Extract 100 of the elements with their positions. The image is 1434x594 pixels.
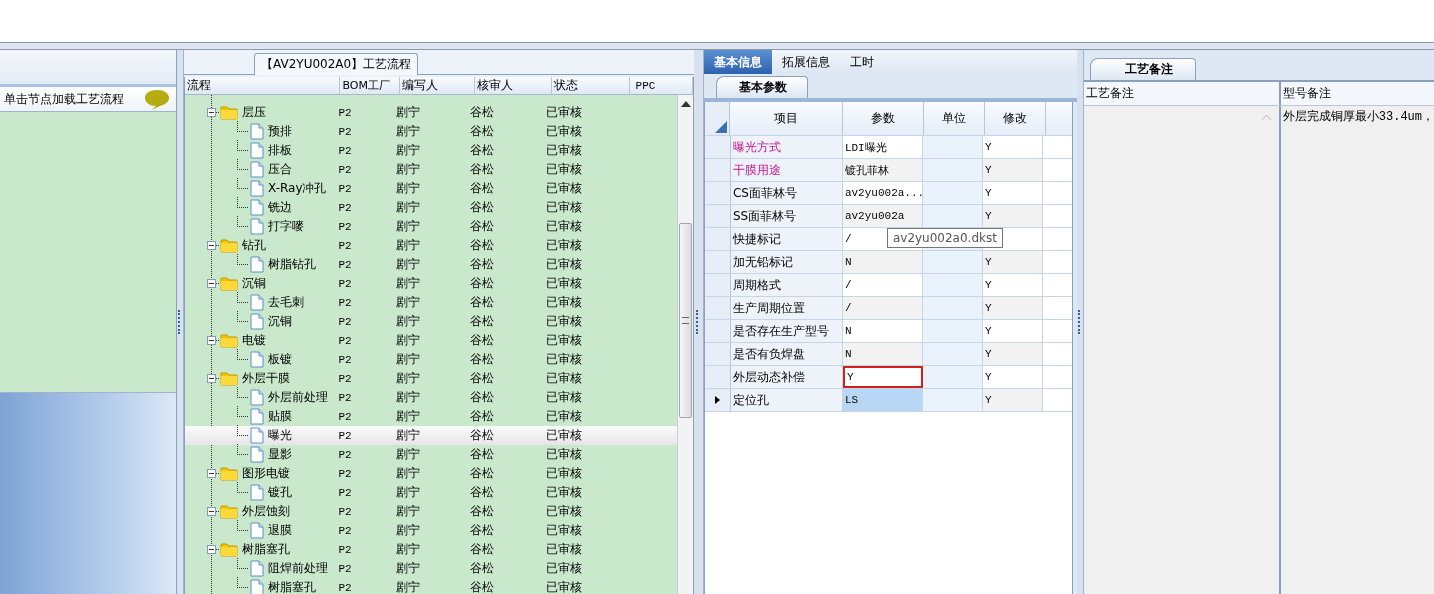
table-cell[interactable]: N	[842, 251, 923, 273]
tree-row[interactable]: 排板 P2 剧宁 谷松 已审核	[185, 141, 677, 160]
tree-row[interactable]: 贴膜 P2 剧宁 谷松 已审核	[185, 407, 677, 426]
table-cell	[922, 343, 983, 365]
table-row[interactable]: 是否有负焊盘 N Y	[704, 343, 1072, 366]
table-cell-text: 剧宁	[395, 218, 422, 235]
tree-row[interactable]: X-Ray冲孔 P2 剧宁 谷松 已审核	[185, 179, 677, 198]
tree-row[interactable]: 阻焊前处理 P2 剧宁 谷松 已审核	[185, 559, 677, 578]
tree-row[interactable]: 外层前处理 P2 剧宁 谷松 已审核	[185, 388, 677, 407]
table-cell	[922, 389, 983, 411]
collapse-icon[interactable]	[207, 507, 216, 516]
column-header[interactable]: BOM工厂	[340, 77, 400, 94]
table-cell-text: 已审核	[544, 332, 583, 349]
document-icon	[250, 256, 264, 273]
tree-row[interactable]: 图形电镀 P2 剧宁 谷松 已审核	[185, 464, 677, 483]
table-row[interactable]: 曝光方式 LDI曝光 Y	[704, 136, 1072, 159]
tree-row[interactable]: 沉铜 P2 剧宁 谷松 已审核	[185, 312, 677, 331]
tree-row[interactable]: 退膜 P2 剧宁 谷松 已审核	[185, 521, 677, 540]
scroll-up-icon[interactable]	[680, 101, 691, 107]
table-row[interactable]: 加无铅标记 N Y	[704, 251, 1072, 274]
table-cell-text: 已审核	[544, 579, 583, 594]
table-cell-text: 已审核	[544, 199, 583, 216]
tree-row[interactable]: 沉铜 P2 剧宁 谷松 已审核	[185, 274, 677, 293]
tree-row[interactable]: 钻孔 P2 剧宁 谷松 已审核	[185, 236, 677, 255]
table-cell-text: 谷松	[469, 161, 495, 178]
tree-label: 阻焊前处理	[268, 560, 328, 577]
tree-row[interactable]: 曝光 P2 剧宁 谷松 已审核	[185, 426, 677, 445]
column-header[interactable]: 单位	[923, 102, 985, 135]
tree-row[interactable]: 树脂钻孔 P2 剧宁 谷松 已审核	[185, 255, 677, 274]
column-header[interactable]: PPC	[629, 77, 693, 94]
tree-row[interactable]: 树脂塞孔 P2 剧宁 谷松 已审核	[185, 578, 677, 594]
tree-row[interactable]: 层压 P2 剧宁 谷松 已审核	[185, 103, 677, 122]
tab[interactable]: 工时	[839, 50, 884, 74]
collapse-icon[interactable]	[207, 241, 216, 250]
collapse-icon[interactable]	[207, 108, 216, 117]
table-cell-text: 剧宁	[395, 332, 422, 349]
document-icon	[250, 522, 264, 539]
tab[interactable]: 基本参数	[715, 76, 808, 98]
table-cell[interactable]: LDI曝光	[842, 136, 923, 158]
table-row[interactable]: SS面菲林号 av2yu002a Y	[704, 205, 1072, 228]
scroll-thumb[interactable]	[679, 223, 692, 418]
tree-row[interactable]: 预排 P2 剧宁 谷松 已审核	[185, 122, 677, 141]
collapse-icon[interactable]	[207, 545, 216, 554]
column-header[interactable]: 核审人	[475, 77, 553, 94]
collapse-icon[interactable]	[207, 469, 216, 478]
collapse-icon[interactable]	[207, 336, 216, 345]
column-header[interactable]: 项目	[729, 102, 843, 135]
table-cell[interactable]: /	[842, 274, 923, 296]
table-cell[interactable]: N	[842, 320, 923, 342]
splitter-handle[interactable]	[178, 310, 183, 334]
table-cell[interactable]: LS	[842, 389, 923, 411]
splitter-handle[interactable]	[696, 310, 701, 334]
table-cell[interactable]: N	[842, 343, 923, 365]
table-row[interactable]: CS面菲林号 av2yu002a... Y	[704, 182, 1072, 205]
tree-label: 打字嘜	[268, 218, 304, 235]
table-row[interactable]: 周期格式 / Y	[704, 274, 1072, 297]
tree-row[interactable]: 树脂塞孔 P2 剧宁 谷松 已审核	[185, 540, 677, 559]
tree-row[interactable]: 铣边 P2 剧宁 谷松 已审核	[185, 198, 677, 217]
table-cell-text: P2	[337, 505, 353, 518]
table-cell-text: P2	[337, 220, 353, 233]
table-cell-text: 谷松	[469, 218, 495, 235]
tree-row[interactable]: 电镀 P2 剧宁 谷松 已审核	[185, 331, 677, 350]
table-cell[interactable]: av2yu002a	[842, 205, 923, 227]
table-cell	[922, 274, 983, 296]
document-icon	[250, 123, 264, 140]
table-cell[interactable]: Y	[842, 366, 923, 388]
table-cell[interactable]: 镀孔菲林	[842, 159, 923, 181]
tab[interactable]: 拓展信息	[771, 50, 840, 74]
row-indicator[interactable]	[704, 389, 731, 411]
collapse-icon[interactable]	[207, 279, 216, 288]
column-header[interactable]: 流程	[185, 77, 341, 94]
tree-row[interactable]: 镀孔 P2 剧宁 谷松 已审核	[185, 483, 677, 502]
table-row[interactable]: 是否存在生产型号 N Y	[704, 320, 1072, 343]
tree-row[interactable]: 压合 P2 剧宁 谷松 已审核	[185, 160, 677, 179]
column-header[interactable]: 参数	[842, 102, 924, 135]
table-row[interactable]: 外层动态补偿 Y Y	[704, 366, 1072, 389]
table-cell-text: 谷松	[469, 370, 495, 387]
table-cell-text: 剧宁	[395, 313, 422, 330]
table-cell[interactable]: av2yu002a...	[842, 182, 923, 204]
tree-row[interactable]: 外层蚀刻 P2 剧宁 谷松 已审核	[185, 502, 677, 521]
column-header[interactable]: 编写人	[399, 77, 476, 94]
scrollbar[interactable]	[677, 95, 693, 594]
table-cell-text: 剧宁	[395, 560, 422, 577]
table-cell: Y	[982, 366, 1043, 388]
tree-row[interactable]: 板镀 P2 剧宁 谷松 已审核	[185, 350, 677, 369]
tree-row[interactable]: 去毛刺 P2 剧宁 谷松 已审核	[185, 293, 677, 312]
table-row[interactable]: 生产周期位置 / Y	[704, 297, 1072, 320]
table-cell: Y	[982, 251, 1043, 273]
tab[interactable]: 基本信息	[703, 50, 772, 74]
splitter-handle[interactable]	[1077, 310, 1082, 334]
tree-row[interactable]: 显影 P2 剧宁 谷松 已审核	[185, 445, 677, 464]
tree-row[interactable]: 外层干膜 P2 剧宁 谷松 已审核	[185, 369, 677, 388]
tab[interactable]: 工艺备注	[1089, 58, 1196, 80]
tree-row[interactable]: 打字嘜 P2 剧宁 谷松 已审核	[185, 217, 677, 236]
column-header[interactable]: 状态	[552, 77, 630, 94]
column-header[interactable]: 修改	[984, 102, 1046, 135]
collapse-icon[interactable]	[207, 374, 216, 383]
table-row[interactable]: 定位孔 LS Y	[704, 389, 1072, 412]
table-cell[interactable]: /	[842, 297, 923, 319]
table-row[interactable]: 干膜用途 镀孔菲林 Y	[704, 159, 1072, 182]
